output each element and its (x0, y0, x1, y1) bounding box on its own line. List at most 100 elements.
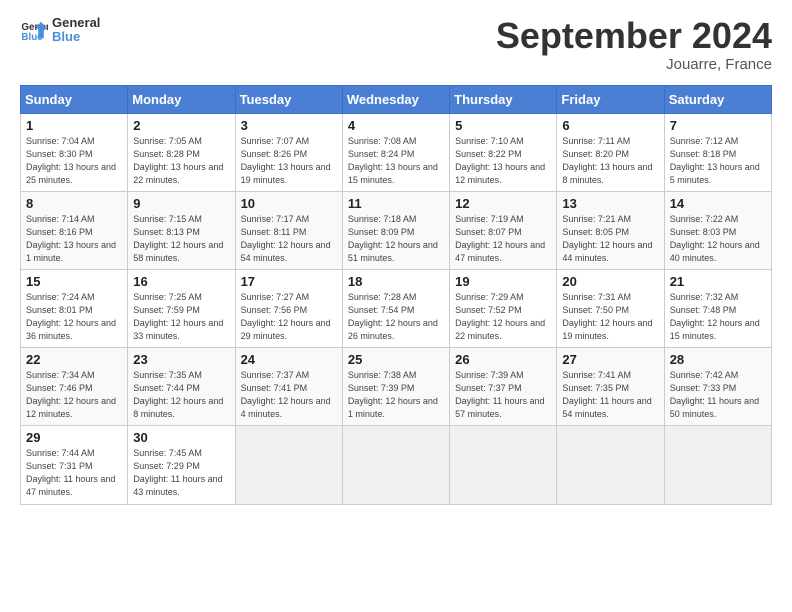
day-header-saturday: Saturday (664, 85, 771, 113)
logo-icon: General Blue (20, 16, 48, 44)
day-number: 5 (455, 118, 551, 133)
day-number: 20 (562, 274, 658, 289)
day-number: 1 (26, 118, 122, 133)
day-info: Sunrise: 7:07 AMSunset: 8:26 PMDaylight:… (241, 135, 337, 187)
day-info: Sunrise: 7:05 AMSunset: 8:28 PMDaylight:… (133, 135, 229, 187)
calendar-cell: 29 Sunrise: 7:44 AMSunset: 7:31 PMDayligh… (21, 426, 128, 504)
page-header: General Blue General Blue September 2024… (20, 16, 772, 73)
day-info: Sunrise: 7:41 AMSunset: 7:35 PMDaylight:… (562, 369, 658, 421)
calendar-cell: 26 Sunrise: 7:39 AMSunset: 7:37 PMDayligh… (450, 348, 557, 426)
page-container: General Blue General Blue September 2024… (0, 0, 792, 515)
calendar-week-4: 22 Sunrise: 7:34 AMSunset: 7:46 PMDayligh… (21, 348, 772, 426)
day-number: 6 (562, 118, 658, 133)
calendar-cell: 22 Sunrise: 7:34 AMSunset: 7:46 PMDayligh… (21, 348, 128, 426)
day-number: 15 (26, 274, 122, 289)
day-info: Sunrise: 7:28 AMSunset: 7:54 PMDaylight:… (348, 291, 444, 343)
calendar-cell: 13Sunrise: 7:21 AMSunset: 8:05 PMDayligh… (557, 191, 664, 269)
day-info: Sunrise: 7:19 AMSunset: 8:07 PMDaylight:… (455, 213, 551, 265)
calendar-cell: 7 Sunrise: 7:12 AMSunset: 8:18 PMDaylight… (664, 113, 771, 191)
day-info: Sunrise: 7:39 AMSunset: 7:37 PMDaylight:… (455, 369, 551, 421)
calendar-cell: 11 Sunrise: 7:18 AMSunset: 8:09 PMDayligh… (342, 191, 449, 269)
day-info: Sunrise: 7:21 AMSunset: 8:05 PMDaylight:… (562, 213, 658, 265)
day-number: 28 (670, 352, 766, 367)
day-info: Sunrise: 7:32 AMSunset: 7:48 PMDaylight:… (670, 291, 766, 343)
day-info: Sunrise: 7:04 AMSunset: 8:30 PMDaylight:… (26, 135, 122, 187)
calendar-cell: 24 Sunrise: 7:37 AMSunset: 7:41 PMDayligh… (235, 348, 342, 426)
day-number: 7 (670, 118, 766, 133)
day-number: 16 (133, 274, 229, 289)
day-info: Sunrise: 7:08 AMSunset: 8:24 PMDaylight:… (348, 135, 444, 187)
calendar-cell: 3 Sunrise: 7:07 AMSunset: 8:26 PMDaylight… (235, 113, 342, 191)
day-info: Sunrise: 7:35 AMSunset: 7:44 PMDaylight:… (133, 369, 229, 421)
calendar-cell: 15 Sunrise: 7:24 AMSunset: 8:01 PMDayligh… (21, 269, 128, 347)
calendar-cell: 30 Sunrise: 7:45 AMSunset: 7:29 PMDayligh… (128, 426, 235, 504)
calendar-cell (342, 426, 449, 504)
day-info: Sunrise: 7:29 AMSunset: 7:52 PMDaylight:… (455, 291, 551, 343)
day-number: 23 (133, 352, 229, 367)
calendar-cell: 25Sunrise: 7:38 AMSunset: 7:39 PMDayligh… (342, 348, 449, 426)
calendar-cell: 17Sunrise: 7:27 AMSunset: 7:56 PMDayligh… (235, 269, 342, 347)
day-header-monday: Monday (128, 85, 235, 113)
day-number: 12 (455, 196, 551, 211)
calendar-week-5: 29 Sunrise: 7:44 AMSunset: 7:31 PMDayligh… (21, 426, 772, 504)
calendar-week-3: 15 Sunrise: 7:24 AMSunset: 8:01 PMDayligh… (21, 269, 772, 347)
day-info: Sunrise: 7:10 AMSunset: 8:22 PMDaylight:… (455, 135, 551, 187)
title-block: September 2024 Jouarre, France (496, 16, 772, 73)
day-info: Sunrise: 7:34 AMSunset: 7:46 PMDaylight:… (26, 369, 122, 421)
day-info: Sunrise: 7:37 AMSunset: 7:41 PMDaylight:… (241, 369, 337, 421)
day-header-tuesday: Tuesday (235, 85, 342, 113)
calendar-cell: 18Sunrise: 7:28 AMSunset: 7:54 PMDayligh… (342, 269, 449, 347)
day-info: Sunrise: 7:24 AMSunset: 8:01 PMDaylight:… (26, 291, 122, 343)
day-info: Sunrise: 7:17 AMSunset: 8:11 PMDaylight:… (241, 213, 337, 265)
day-info: Sunrise: 7:14 AMSunset: 8:16 PMDaylight:… (26, 213, 122, 265)
calendar-cell: 14 Sunrise: 7:22 AMSunset: 8:03 PMDayligh… (664, 191, 771, 269)
calendar-cell (235, 426, 342, 504)
day-info: Sunrise: 7:18 AMSunset: 8:09 PMDaylight:… (348, 213, 444, 265)
day-header-thursday: Thursday (450, 85, 557, 113)
day-info: Sunrise: 7:22 AMSunset: 8:03 PMDaylight:… (670, 213, 766, 265)
day-number: 26 (455, 352, 551, 367)
logo-blue: Blue (52, 30, 100, 44)
location: Jouarre, France (496, 56, 772, 73)
day-number: 11 (348, 196, 444, 211)
day-info: Sunrise: 7:31 AMSunset: 7:50 PMDaylight:… (562, 291, 658, 343)
calendar-cell: 12 Sunrise: 7:19 AMSunset: 8:07 PMDayligh… (450, 191, 557, 269)
day-info: Sunrise: 7:15 AMSunset: 8:13 PMDaylight:… (133, 213, 229, 265)
calendar-cell (450, 426, 557, 504)
day-number: 8 (26, 196, 122, 211)
calendar-cell: 23 Sunrise: 7:35 AMSunset: 7:44 PMDayligh… (128, 348, 235, 426)
day-number: 22 (26, 352, 122, 367)
day-number: 30 (133, 430, 229, 445)
calendar-cell: 8 Sunrise: 7:14 AMSunset: 8:16 PMDaylight… (21, 191, 128, 269)
calendar-cell: 1 Sunrise: 7:04 AMSunset: 8:30 PMDaylight… (21, 113, 128, 191)
calendar-cell: 27Sunrise: 7:41 AMSunset: 7:35 PMDayligh… (557, 348, 664, 426)
day-header-sunday: Sunday (21, 85, 128, 113)
day-info: Sunrise: 7:12 AMSunset: 8:18 PMDaylight:… (670, 135, 766, 187)
calendar-cell: 20 Sunrise: 7:31 AMSunset: 7:50 PMDayligh… (557, 269, 664, 347)
day-number: 3 (241, 118, 337, 133)
calendar-table: SundayMondayTuesdayWednesdayThursdayFrid… (20, 85, 772, 505)
calendar-cell: 6Sunrise: 7:11 AMSunset: 8:20 PMDaylight… (557, 113, 664, 191)
logo: General Blue General Blue (20, 16, 100, 45)
day-info: Sunrise: 7:44 AMSunset: 7:31 PMDaylight:… (26, 447, 122, 499)
day-number: 9 (133, 196, 229, 211)
calendar-cell (557, 426, 664, 504)
calendar-cell: 19Sunrise: 7:29 AMSunset: 7:52 PMDayligh… (450, 269, 557, 347)
day-header-friday: Friday (557, 85, 664, 113)
calendar-cell: 10 Sunrise: 7:17 AMSunset: 8:11 PMDayligh… (235, 191, 342, 269)
day-info: Sunrise: 7:25 AMSunset: 7:59 PMDaylight:… (133, 291, 229, 343)
calendar-cell: 5 Sunrise: 7:10 AMSunset: 8:22 PMDaylight… (450, 113, 557, 191)
day-info: Sunrise: 7:27 AMSunset: 7:56 PMDaylight:… (241, 291, 337, 343)
day-number: 10 (241, 196, 337, 211)
day-number: 24 (241, 352, 337, 367)
day-info: Sunrise: 7:42 AMSunset: 7:33 PMDaylight:… (670, 369, 766, 421)
calendar-cell: 2Sunrise: 7:05 AMSunset: 8:28 PMDaylight… (128, 113, 235, 191)
calendar-cell: 9 Sunrise: 7:15 AMSunset: 8:13 PMDaylight… (128, 191, 235, 269)
day-number: 14 (670, 196, 766, 211)
calendar-header-row: SundayMondayTuesdayWednesdayThursdayFrid… (21, 85, 772, 113)
day-info: Sunrise: 7:45 AMSunset: 7:29 PMDaylight:… (133, 447, 229, 499)
calendar-cell: 21Sunrise: 7:32 AMSunset: 7:48 PMDayligh… (664, 269, 771, 347)
day-number: 29 (26, 430, 122, 445)
calendar-cell: 16 Sunrise: 7:25 AMSunset: 7:59 PMDayligh… (128, 269, 235, 347)
calendar-cell: 28 Sunrise: 7:42 AMSunset: 7:33 PMDayligh… (664, 348, 771, 426)
